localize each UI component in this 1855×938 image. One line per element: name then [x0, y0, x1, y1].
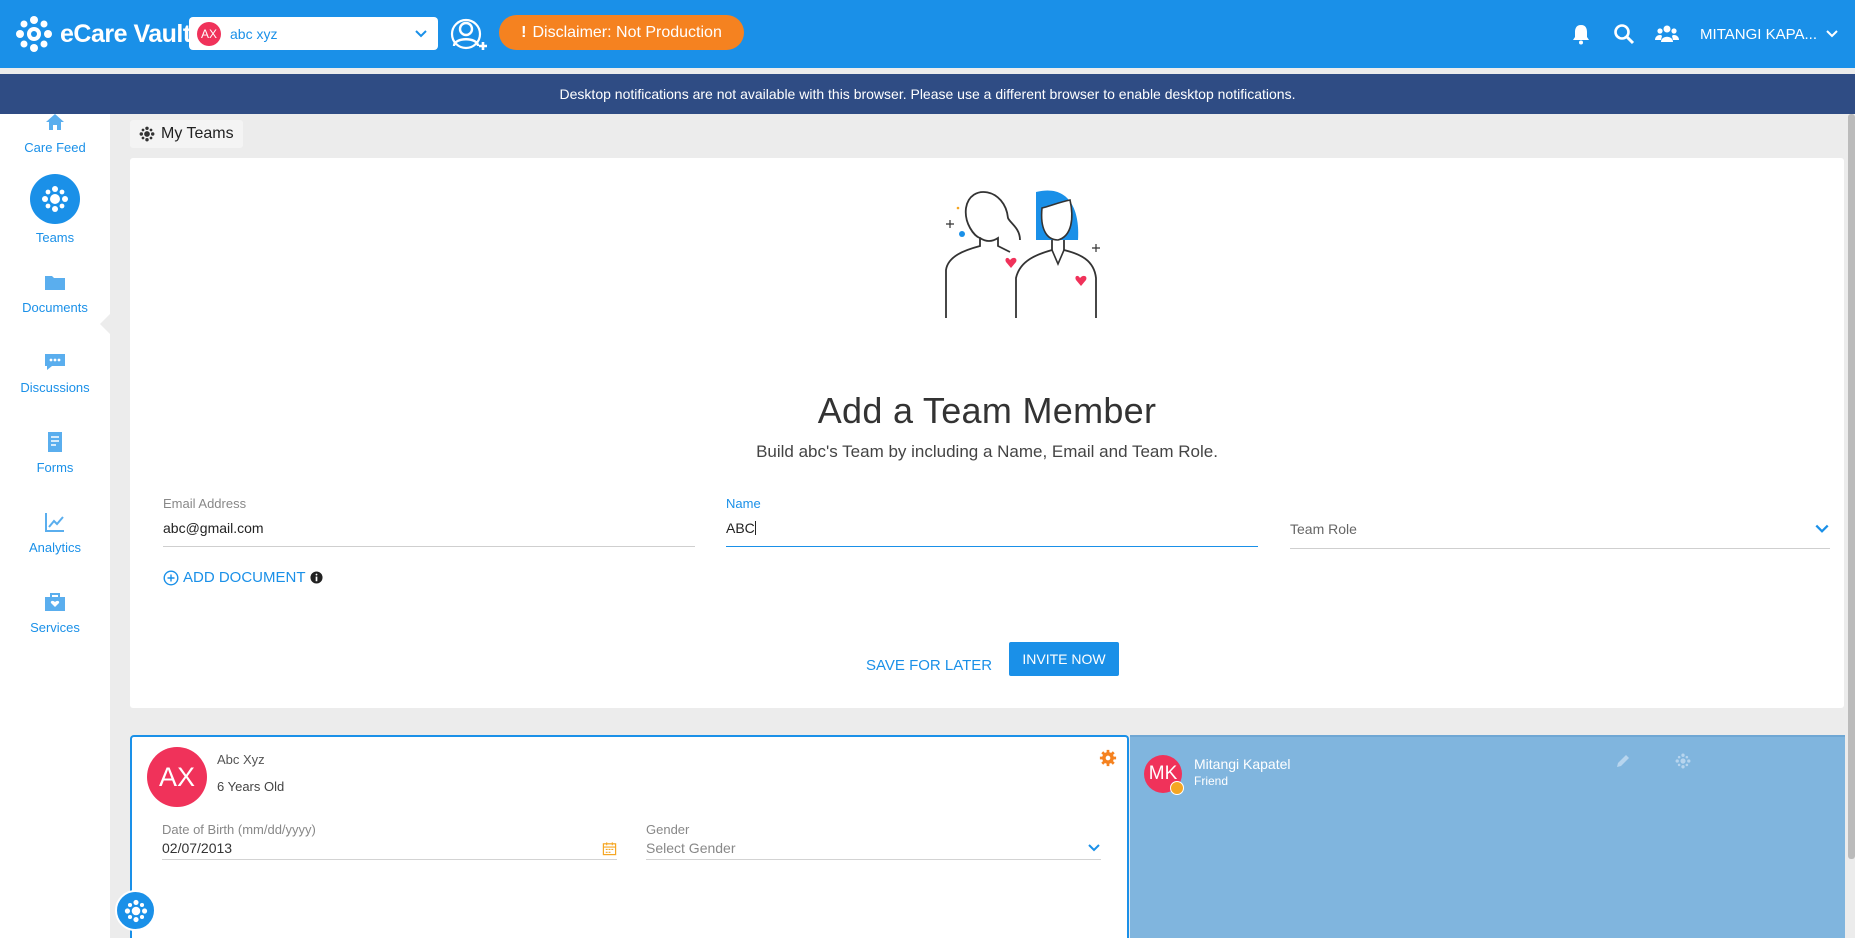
avatar: AX	[147, 747, 207, 807]
home-icon	[46, 114, 64, 130]
search-icon[interactable]	[1612, 22, 1636, 46]
add-document-link[interactable]: ADD DOCUMENT	[163, 569, 323, 586]
top-bar: eCare Vault AX abc xyz ! Disclaimer: Not…	[0, 0, 1855, 68]
patient-selector[interactable]: AX abc xyz	[189, 17, 438, 50]
disclaimer-badge: ! Disclaimer: Not Production	[499, 15, 744, 50]
app-logo[interactable]: eCare Vault	[14, 14, 191, 54]
sidebar-item-label: Documents	[22, 300, 88, 315]
patient-avatar: AX	[197, 21, 221, 46]
name-label: Name	[726, 496, 761, 511]
team-members-panel: MK Mitangi Kapatel Friend	[1130, 735, 1845, 938]
dob-field[interactable]: Date of Birth (mm/dd/yyyy) 02/07/2013	[162, 822, 617, 860]
invite-now-button[interactable]: INVITE NOW	[1009, 642, 1119, 676]
dob-input[interactable]: 02/07/2013	[162, 840, 617, 856]
sidebar-item-forms[interactable]: Forms	[0, 430, 110, 475]
gender-field[interactable]: Gender Select Gender	[646, 822, 1101, 860]
dob-label: Date of Birth (mm/dd/yyyy)	[162, 822, 316, 837]
gender-label: Gender	[646, 822, 690, 837]
edit-pencil-icon[interactable]	[1614, 752, 1632, 770]
name-field[interactable]: Name ABC	[726, 496, 1258, 547]
teams-icon	[42, 186, 68, 212]
text-caret	[754, 521, 756, 535]
breadcrumb[interactable]: My Teams	[130, 120, 243, 148]
chevron-down-icon	[1088, 844, 1100, 852]
sidebar-item-analytics[interactable]: Analytics	[0, 510, 110, 555]
sidebar-item-label: Care Feed	[24, 140, 86, 155]
calendar-icon[interactable]	[602, 841, 617, 856]
team-role-underline	[1290, 548, 1830, 549]
app-title: eCare Vault	[60, 19, 191, 48]
gender-underline	[646, 859, 1101, 860]
team-member-name: Mitangi Kapatel	[1194, 756, 1291, 772]
card-subtitle: Build abc's Team by including a Name, Em…	[756, 442, 1218, 461]
teams-icon	[139, 126, 155, 142]
dob-value: 02/07/2013	[162, 840, 233, 856]
team-group-icon[interactable]	[1655, 22, 1680, 46]
sidebar-item-label: Analytics	[28, 540, 82, 555]
gear-icon[interactable]	[1099, 749, 1117, 767]
email-input[interactable]: abc@gmail.com	[163, 520, 695, 540]
gender-dropdown[interactable]: Select Gender	[646, 840, 1101, 856]
info-icon[interactable]	[309, 571, 323, 584]
active-indicator	[30, 174, 80, 224]
name-input[interactable]: ABC	[726, 520, 1258, 540]
team-role-dropdown[interactable]: Team Role	[1290, 518, 1830, 540]
disclaimer-text: Disclaimer: Not Production	[532, 23, 722, 41]
briefcase-icon	[45, 593, 65, 611]
add-document-label: ADD DOCUMENT	[183, 569, 306, 586]
patient-profile-panel: AX Abc Xyz 6 Years Old Date of Birth (mm…	[130, 735, 1129, 938]
dob-underline	[162, 859, 617, 860]
notification-banner: Desktop notifications are not available …	[0, 74, 1855, 114]
card-title: Add a Team Member	[817, 390, 1157, 431]
sidebar-item-label: Discussions	[20, 380, 90, 395]
sidebar-item-teams[interactable]: Teams	[0, 174, 110, 245]
user-menu-name[interactable]: MITANGI KAPA...	[1700, 26, 1817, 43]
sidebar-item-label: Teams	[35, 230, 75, 245]
chevron-down-icon	[1815, 524, 1829, 533]
folder-icon	[45, 276, 65, 290]
sidebar-item-care-feed[interactable]: Care Feed	[0, 110, 110, 155]
gender-placeholder: Select Gender	[646, 840, 736, 856]
exclamation-icon: !	[521, 23, 527, 41]
sidebar-item-label: Services	[30, 620, 80, 635]
active-pointer	[100, 313, 111, 335]
teams-icon	[124, 899, 147, 922]
profile-name: Abc Xyz	[217, 752, 265, 767]
email-underline	[163, 546, 695, 547]
form-icon	[48, 432, 62, 452]
sidebar-item-services[interactable]: Services	[0, 590, 110, 635]
team-role-select[interactable]: Team Role	[1290, 518, 1830, 549]
chevron-down-icon[interactable]	[1825, 27, 1839, 41]
save-for-later-button[interactable]: SAVE FOR LATER	[866, 650, 992, 680]
team-member-role: Friend	[1194, 774, 1229, 788]
email-field[interactable]: Email Address abc@gmail.com	[163, 496, 695, 547]
add-user-icon[interactable]	[449, 16, 489, 56]
email-label: Email Address	[163, 496, 247, 511]
name-value: ABC	[726, 520, 755, 536]
top-actions: MITANGI KAPA...	[1569, 0, 1855, 68]
chevron-down-icon	[415, 29, 427, 37]
sidebar-item-documents[interactable]: Documents	[0, 270, 110, 315]
add-circle-icon	[163, 569, 179, 586]
chart-icon	[45, 513, 64, 532]
team-illustration	[945, 190, 1100, 318]
floating-teams-button[interactable]	[115, 890, 156, 931]
logo-icon	[16, 16, 52, 52]
bell-icon[interactable]	[1569, 22, 1593, 46]
page-scrollbar[interactable]	[1848, 114, 1855, 859]
name-underline	[726, 546, 1258, 547]
sidebar-item-label: Forms	[36, 460, 74, 475]
teams-icon[interactable]	[1674, 752, 1692, 770]
profile-age: 6 Years Old	[217, 779, 285, 794]
sidebar-item-discussions[interactable]: Discussions	[0, 350, 110, 395]
breadcrumb-label: My Teams	[161, 125, 234, 142]
star-badge-icon	[1170, 781, 1184, 795]
add-team-member-card: Add a Team Member Build abc's Team by in…	[130, 158, 1844, 708]
patient-name: abc xyz	[230, 25, 278, 42]
team-role-placeholder: Team Role	[1290, 521, 1357, 537]
chat-icon	[45, 354, 65, 370]
sidebar: Care Feed Teams Documents Discussions Fo…	[0, 114, 111, 938]
